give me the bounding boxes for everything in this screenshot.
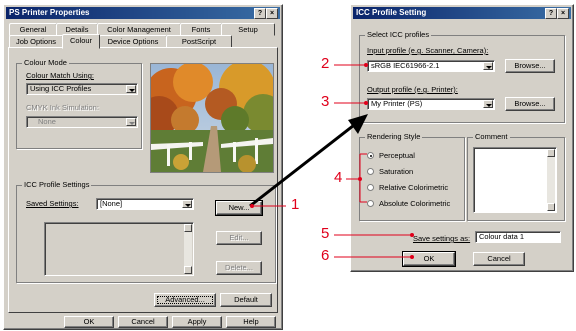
browse-input-button[interactable]: Browse... (505, 59, 555, 73)
new-button[interactable]: New... (215, 200, 263, 216)
delete-button[interactable]: Delete... (216, 261, 262, 275)
radio-absolute-colorimetric[interactable] (367, 200, 374, 207)
tab-colour[interactable]: Colour (62, 34, 100, 49)
radio-perceptual[interactable] (367, 152, 374, 159)
chevron-down-icon[interactable] (126, 85, 136, 93)
select-profiles-title: Select ICC profiles (365, 30, 432, 39)
callout-number-1: 1 (291, 196, 300, 213)
cmyk-label: CMYK Ink Simulation: (26, 103, 99, 112)
close-icon[interactable]: × (266, 8, 278, 19)
ok-button[interactable]: OK (64, 316, 114, 328)
icc-settings-title: ICC Profile Settings (22, 180, 92, 189)
dialog-title: ICC Profile Setting (356, 8, 427, 17)
colour-preview-image (150, 63, 274, 173)
chevron-down-icon[interactable] (182, 200, 192, 208)
close-icon[interactable]: × (557, 8, 569, 19)
scroll-down-icon[interactable] (547, 203, 555, 211)
cancel-button[interactable]: Cancel (473, 252, 525, 266)
scroll-up-icon[interactable] (547, 149, 555, 157)
scroll-up-icon[interactable] (184, 224, 192, 232)
chevron-down-icon[interactable] (483, 62, 493, 70)
colour-match-select[interactable]: Using ICC Profiles (26, 83, 138, 95)
colour-mode-title: Colour Mode (22, 58, 69, 67)
comment-scrollbar[interactable] (547, 149, 555, 211)
radio-saturation[interactable] (367, 168, 374, 175)
input-profile-select[interactable]: sRGB IEC61966-2.1 (367, 60, 495, 72)
callout-number-3: 3 (321, 93, 330, 110)
radio-saturation-label: Saturation (379, 167, 414, 176)
output-profile-select[interactable]: My Printer (PS) (367, 98, 495, 110)
edit-button[interactable]: Edit... (216, 231, 262, 245)
radio-relative-colorimetric[interactable] (367, 184, 374, 191)
saved-settings-list[interactable] (44, 222, 194, 276)
saved-settings-value: [None] (100, 199, 123, 208)
radio-relative-colorimetric-label: Relative Colorimetric (379, 183, 449, 192)
title-bar: ICC Profile Setting ? × (353, 7, 571, 19)
cmyk-select[interactable]: None (26, 116, 138, 128)
browse-output-button[interactable]: Browse... (505, 97, 555, 111)
callout-number-4: 4 (334, 169, 343, 186)
icc-profile-setting-dialog: ICC Profile Setting ? × Select ICC profi… (350, 4, 574, 272)
save-settings-input[interactable]: Colour data 1 (475, 231, 561, 243)
saved-settings-select[interactable]: [None] (96, 198, 194, 210)
comment-textarea[interactable] (473, 147, 557, 213)
rendering-style-title: Rendering Style (365, 132, 423, 141)
printer-properties-dialog: PS Printer Properties ? × General Detail… (3, 4, 283, 330)
save-settings-value: Colour data 1 (479, 232, 525, 241)
chevron-down-icon[interactable] (126, 118, 136, 126)
cancel-button[interactable]: Cancel (118, 316, 168, 328)
input-profile-value: sRGB IEC61966-2.1 (371, 61, 440, 70)
input-profile-label: Input profile (e.g. Scanner, Camera): (367, 46, 489, 55)
callout-number-5: 5 (321, 225, 330, 242)
comment-title: Comment (473, 132, 510, 141)
radio-perceptual-label: Perceptual (379, 151, 415, 160)
help-icon[interactable]: ? (545, 8, 557, 19)
callout-number-2: 2 (321, 55, 330, 72)
advanced-button[interactable]: Advanced... (154, 293, 216, 307)
output-profile-value: My Printer (PS) (371, 99, 423, 108)
callout-number-6: 6 (321, 247, 330, 264)
colour-match-label: Colour Match Using: (26, 71, 94, 80)
help-button[interactable]: Help (226, 316, 276, 328)
list-scrollbar[interactable] (184, 224, 192, 274)
radio-absolute-colorimetric-label: Absolute Colorimetric (379, 199, 451, 208)
ok-button[interactable]: OK (402, 251, 456, 267)
apply-button[interactable]: Apply (172, 316, 222, 328)
dialog-title: PS Printer Properties (9, 8, 90, 17)
saved-settings-label: Saved Settings: (26, 199, 79, 208)
scroll-down-icon[interactable] (184, 266, 192, 274)
save-settings-label: Save settings as: (413, 234, 471, 243)
output-profile-label: Output profile (e.g. Printer): (367, 85, 458, 94)
title-bar: PS Printer Properties ? × (6, 7, 280, 19)
colour-match-value: Using ICC Profiles (30, 84, 92, 93)
cmyk-value: None (38, 117, 56, 126)
help-icon[interactable]: ? (254, 8, 266, 19)
chevron-down-icon[interactable] (483, 100, 493, 108)
rendering-style-group: Rendering Style (359, 132, 465, 221)
default-button[interactable]: Default (220, 293, 272, 307)
